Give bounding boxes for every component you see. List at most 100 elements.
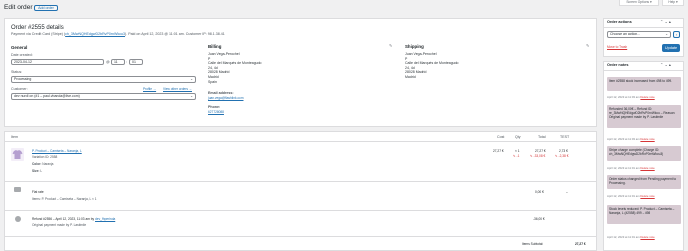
refund-amount: -36,00 € [533,217,545,221]
payment-info: Payment via Credit Card (Stripe) (ch_3Mw… [11,32,225,36]
note-item: Stripe charge complete (Charge ID: ch_3M… [607,146,681,161]
note-meta: April 12, 2023 at 11:01 am Delete note [607,235,655,239]
payment-text-a: Payment via Credit Card (Stripe) ( [11,32,66,36]
product-thumbnail [11,148,24,161]
note-meta: April 12, 2023 at 11:01 am Delete note [607,166,655,170]
action-select-value: Choose an action... [610,32,641,36]
shipping-total: 0,00 € [535,190,544,194]
items-header-row [5,132,596,142]
status-value: Processing [14,77,32,81]
add-order-button[interactable]: Add order [34,5,58,11]
customer-value: dev nurdl on (#1 – paul.vbanda@live.com) [14,94,80,98]
panel-controls[interactable]: ⌃ ⌄ ▴ [660,62,671,67]
column-qty: Qty [515,135,521,139]
screen-options-label: Screen Options ▾ [626,0,652,4]
note-item: Order status changed from Pending paymen… [607,175,681,189]
customer-label: Customer: [11,87,28,91]
status-label: Status: [11,70,23,74]
product-cost: 27,27 € [493,149,504,153]
product-qty: × 1 [515,149,520,153]
note-date: April 12, 2023 at 11:01 am [607,194,640,198]
shipping-title: Shipping [405,44,424,49]
profile-link[interactable]: Profile → [143,87,156,91]
apply-action-button[interactable]: › [673,31,680,38]
shipping-address: Juan Vega-Perochel P Calle del Marqués d… [405,52,459,80]
minute-input[interactable]: 01 [129,59,143,65]
note-meta: April 12, 2023 at 11:03 am Delete note [607,95,655,99]
shipping-tax: – [566,190,568,194]
product-total-refunded: ✎ -33,08 € [530,154,546,158]
status-select[interactable]: Processing ⌄ [11,76,196,83]
product-tax-refunded: ✎ -2,38 € [555,154,569,158]
shipping-items: Items: P. Product – Camiseta – Naranja, … [32,197,97,201]
note-date: April 12, 2023 at 11:03 am [607,95,640,99]
screen: { "header":{"title":"Edit order","add_or… [0,0,688,251]
refund-author-link[interactable]: dev_fhperinda [95,217,115,221]
payment-text-b: ). Paid on April 12, 2023 @ 11:01 am. Cu… [125,32,225,36]
help-label: Help ▾ [668,0,678,4]
billing-line: Spain [208,79,217,84]
divider [604,70,683,71]
delete-note-link[interactable]: Delete note [640,166,654,170]
shipping-line: Madrid [405,74,416,79]
email-link[interactable]: juan.vega@flashlink.com [208,96,243,100]
order-heading: Order #2555 details [11,25,64,31]
refund-text: Refund #2556 – April 12, 2023, 11:03 am … [32,217,96,221]
column-tax: TEST [560,135,570,139]
panel-controls[interactable]: ⌃ ⌄ ▴ [660,19,671,24]
column-total: Total [538,135,546,139]
refund-title: Refund #2556 – April 12, 2023, 11:03 am … [32,217,115,221]
action-select[interactable]: Choose an action... ⌄ [607,31,671,38]
truck-icon [14,187,21,192]
at-label: @ [106,60,110,64]
delete-note-link[interactable]: Delete note [640,137,654,141]
color-value: Naranja [42,162,54,166]
product-link[interactable]: P. Product – Camiseta – Naranja, L [32,149,82,153]
billing-edit-icon[interactable]: ✎ [389,43,392,48]
delete-note-link[interactable]: Delete note [640,235,654,239]
note-date: April 12, 2023 at 11:01 am [607,235,640,239]
note-item: Stock levels reduced: P. Product – Camis… [607,205,681,224]
product-tax: 2,73 € [559,149,568,153]
note-item: Item #2558 stock increased from 498 to 4… [607,77,681,91]
variation-id: Variation ID: 2558 [32,155,58,159]
note-meta: April 12, 2023 at 11:01 am Delete note [607,194,655,198]
update-button[interactable]: Update [662,44,680,52]
size-value: L [40,169,43,173]
delete-note-link[interactable]: Delete note [640,95,654,99]
phone-link[interactable]: 627728088 [208,110,224,114]
chevron-down-icon: ⌄ [190,94,193,98]
transaction-link[interactable]: ch_3MwNQHEdgwD2bRvP0rnWkcu3 [65,32,125,36]
page-title: Edit order [4,4,33,11]
phone-label: Phone: [208,105,221,109]
product-qty-refunded: ✎ -1 [513,154,520,158]
shipping-method: Flat rate [32,190,44,194]
divider [5,181,596,182]
delete-note-link[interactable]: Delete note [640,194,654,198]
size-label: Size: [32,169,40,173]
note-item: Refunded 36,00€ – Refund ID: re_3MwNQHEd… [607,105,681,128]
shipping-edit-icon[interactable]: ✎ [586,43,589,48]
divider [604,27,683,28]
hour-input[interactable]: 11 [111,59,125,65]
refund-icon [15,216,21,222]
divider [5,210,596,211]
view-orders-link[interactable]: View other orders → [163,87,192,91]
color-label: Color: [32,162,42,166]
note-date: April 12, 2023 at 11:03 am [607,137,640,141]
column-item: Item [11,135,18,139]
screen-options-button[interactable]: Screen Options ▾ [619,0,659,6]
subtotal-label: Items Subtotal: [522,242,544,246]
order-items-panel [4,131,597,251]
move-to-trash-link[interactable]: Move to Trash [607,45,627,49]
column-cost: Cost [497,135,505,139]
subtotal-value: 27,27 € [575,242,586,246]
time-colon: : [126,60,127,64]
date-input[interactable]: 2023-04-12 [11,59,104,65]
billing-title: Billing [208,44,222,49]
date-label: Date created: [11,53,33,57]
tshirt-icon [12,150,23,159]
customer-select[interactable]: dev nurdl on (#1 – paul.vbanda@live.com)… [11,93,196,100]
help-button[interactable]: Help ▾ [662,0,684,6]
chevron-down-icon: ⌄ [190,77,193,81]
